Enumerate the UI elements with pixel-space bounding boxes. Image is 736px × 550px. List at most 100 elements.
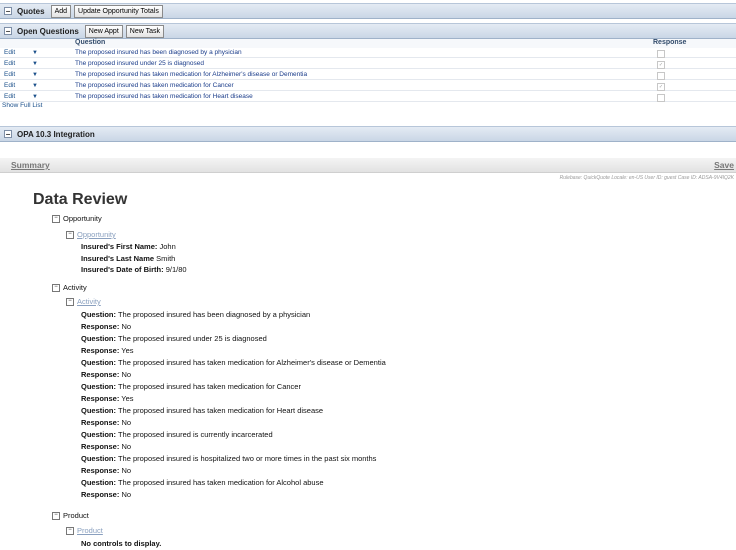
- table-row: Edit ▼ The proposed insured has taken medi…: [0, 70, 736, 80]
- response-checkbox: [657, 72, 665, 80]
- collapse-icon[interactable]: −: [66, 527, 74, 536]
- node-link[interactable]: Activity: [77, 297, 101, 306]
- field-row: Insured's Date of Birth: 9/1/80: [81, 265, 187, 274]
- field-value: John: [159, 242, 176, 251]
- question-row: Question: The proposed insured is curren…: [81, 430, 273, 439]
- response-row: Response: Yes: [81, 394, 134, 403]
- table-row: Edit ▼ The proposed insured has taken medi…: [0, 92, 736, 102]
- question-value: The proposed insured is hospitalized two…: [117, 454, 377, 463]
- questions-table-header: Question Response: [0, 39, 736, 48]
- response-row: Response: No: [81, 322, 131, 331]
- question-label: Question:: [81, 406, 116, 415]
- collapse-icon[interactable]: −: [66, 231, 74, 240]
- question-text[interactable]: The proposed insured has taken medicatio…: [75, 81, 234, 91]
- node-label: Product: [63, 511, 89, 520]
- dropdown-arrow-icon[interactable]: ▼: [32, 92, 38, 102]
- collapse-icon[interactable]: −: [52, 284, 60, 293]
- dropdown-arrow-icon[interactable]: ▼: [32, 70, 38, 80]
- question-value: The proposed insured has taken medicatio…: [117, 478, 324, 487]
- collapse-icon[interactable]: −: [4, 27, 12, 36]
- response-row: Response: No: [81, 418, 131, 427]
- node-link[interactable]: Product: [77, 526, 103, 535]
- response-value: No: [121, 370, 132, 379]
- dropdown-arrow-icon[interactable]: ▼: [32, 48, 38, 58]
- response-checkbox: ✓: [657, 61, 665, 69]
- question-text[interactable]: The proposed insured under 25 is diagnos…: [75, 59, 204, 69]
- question-row: Question: The proposed insured has taken…: [81, 358, 386, 367]
- question-row: Question: The proposed insured has taken…: [81, 478, 324, 487]
- question-row: Question: The proposed insured has been …: [81, 310, 310, 319]
- question-label: Question:: [81, 430, 116, 439]
- question-value: The proposed insured is currently incarc…: [117, 430, 273, 439]
- no-controls-row: No controls to display.: [81, 539, 161, 548]
- show-full-list-link[interactable]: Show Full List: [2, 102, 42, 109]
- question-row: Question: The proposed insured has taken…: [81, 406, 323, 415]
- update-opportunity-totals-button[interactable]: Update Opportunity Totals: [74, 4, 163, 18]
- tree-node-opportunity[interactable]: − Opportunity: [52, 214, 102, 224]
- edit-link[interactable]: Edit: [4, 92, 15, 102]
- dropdown-arrow-icon[interactable]: ▼: [32, 81, 38, 91]
- response-label: Response:: [81, 490, 120, 499]
- response-value: No: [121, 466, 132, 475]
- question-label: Question:: [81, 334, 116, 343]
- collapse-icon[interactable]: −: [66, 298, 74, 307]
- interview-tab-strip: Summary Save: [0, 158, 736, 173]
- new-appt-button[interactable]: New Appt: [84, 24, 123, 38]
- edit-link[interactable]: Edit: [4, 81, 15, 91]
- response-label: Response:: [81, 418, 120, 427]
- rulebase-info: Rulebase: QuickQuote Locale: en-US User …: [559, 175, 734, 181]
- response-checkbox: [657, 50, 665, 58]
- add-quote-button[interactable]: Add: [50, 4, 72, 18]
- question-row: Question: The proposed insured is hospit…: [81, 454, 376, 463]
- field-row: Insured's First Name: John: [81, 242, 176, 251]
- collapse-icon[interactable]: −: [4, 130, 12, 139]
- summary-tab[interactable]: Summary: [11, 160, 50, 170]
- response-label: Response:: [81, 442, 120, 451]
- response-row: Response: No: [81, 370, 131, 379]
- collapse-icon[interactable]: −: [52, 512, 60, 521]
- question-text[interactable]: The proposed insured has taken medicatio…: [75, 70, 307, 80]
- response-checkbox: [657, 94, 665, 102]
- tree-node-product[interactable]: − Product: [52, 511, 89, 521]
- response-label: Response:: [81, 394, 120, 403]
- question-label: Question:: [81, 310, 116, 319]
- response-label: Response:: [81, 466, 120, 475]
- edit-link[interactable]: Edit: [4, 48, 15, 58]
- field-label: Insured's First Name:: [81, 242, 158, 251]
- field-label: Insured's Last Name: [81, 253, 155, 263]
- question-value: The proposed insured has been diagnosed …: [117, 310, 311, 319]
- question-row: Question: The proposed insured under 25 …: [81, 334, 267, 343]
- table-row: Edit ▼ The proposed insured under 25 is di…: [0, 59, 736, 69]
- response-row: Response: No: [81, 490, 131, 499]
- response-value: No: [121, 418, 132, 427]
- question-label: Question:: [81, 358, 116, 367]
- page-title: Data Review: [33, 191, 128, 208]
- question-text[interactable]: The proposed insured has been diagnosed …: [75, 48, 242, 58]
- field-label: Insured's Date of Birth:: [81, 265, 164, 274]
- new-task-button[interactable]: New Task: [125, 24, 164, 38]
- response-checkbox: ✓: [657, 83, 665, 91]
- field-value: 9/1/80: [165, 265, 187, 274]
- question-label: Question:: [81, 478, 116, 487]
- question-value: The proposed insured has taken medicatio…: [117, 406, 324, 415]
- tree-subnode-opportunity[interactable]: − Opportunity: [66, 230, 116, 240]
- edit-link[interactable]: Edit: [4, 70, 15, 80]
- collapse-icon[interactable]: −: [4, 7, 12, 16]
- table-row: Edit ▼ The proposed insured has taken medi…: [0, 81, 736, 91]
- question-row: Question: The proposed insured has taken…: [81, 382, 301, 391]
- node-link[interactable]: Opportunity: [77, 230, 116, 239]
- tree-subnode-activity[interactable]: − Activity: [66, 297, 101, 307]
- collapse-icon[interactable]: −: [52, 215, 60, 224]
- tree-node-activity[interactable]: − Activity: [52, 283, 87, 293]
- table-row: Edit ▼ The proposed insured has been diagn…: [0, 48, 736, 58]
- column-header-response: Response: [653, 39, 687, 46]
- tree-subnode-product[interactable]: − Product: [66, 526, 103, 536]
- question-value: The proposed insured has taken medicatio…: [117, 382, 301, 391]
- edit-link[interactable]: Edit: [4, 59, 15, 69]
- save-link[interactable]: Save: [714, 160, 734, 170]
- dropdown-arrow-icon[interactable]: ▼: [32, 59, 38, 69]
- response-value: No: [121, 322, 132, 331]
- question-label: Question:: [81, 454, 116, 463]
- question-text[interactable]: The proposed insured has taken medicatio…: [75, 92, 253, 102]
- question-value: The proposed insured under 25 is diagnos…: [117, 334, 267, 343]
